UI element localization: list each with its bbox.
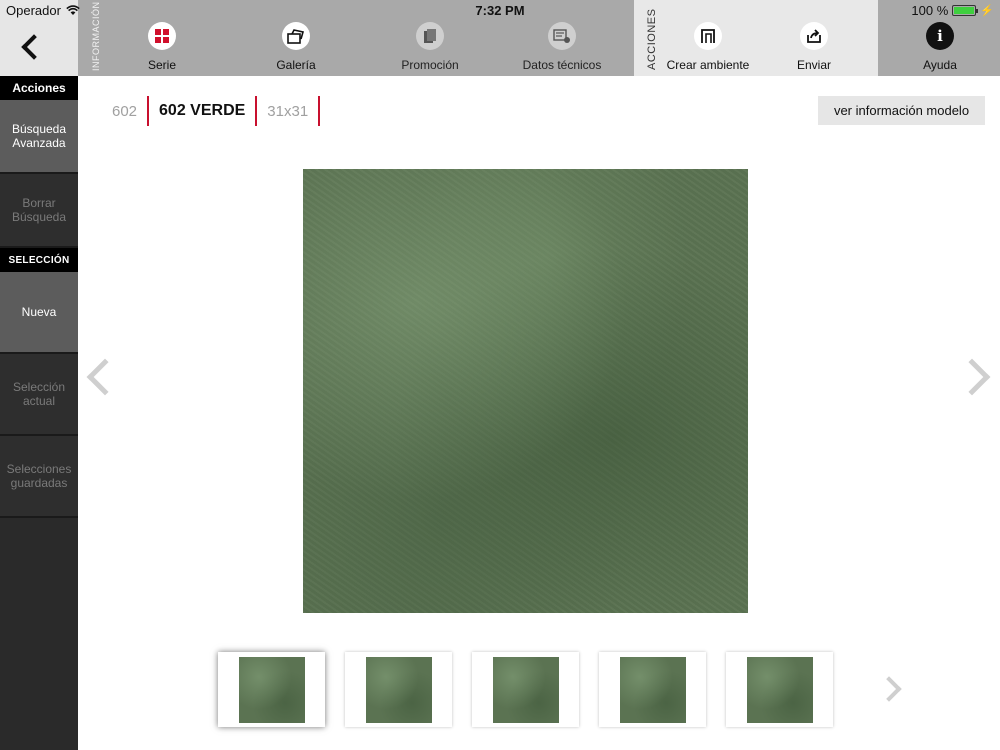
thumbnail-image bbox=[746, 656, 813, 723]
thumbnails-next-icon[interactable] bbox=[876, 676, 902, 702]
promocion-label: Promoción bbox=[401, 58, 459, 72]
thumbnail-image bbox=[238, 656, 305, 723]
gallery-icon bbox=[282, 22, 310, 50]
thumbnail-item[interactable] bbox=[345, 652, 452, 727]
documents-icon bbox=[416, 22, 444, 50]
battery-text: 100 % bbox=[911, 3, 949, 18]
thumbnail-image bbox=[492, 656, 559, 723]
thumbnail-strip bbox=[218, 652, 833, 727]
app-root: INFORMACIÓN Serie Galería Promoción Dato… bbox=[0, 0, 1000, 750]
sidebar-item-borrar-busqueda[interactable]: Borrar Búsqueda bbox=[0, 174, 78, 248]
breadcrumb: 602 602 VERDE 31x31 bbox=[110, 96, 321, 126]
battery-icon bbox=[952, 5, 979, 16]
thumbnail-item[interactable] bbox=[218, 652, 325, 727]
ayuda-label: Ayuda bbox=[923, 58, 957, 72]
room-icon bbox=[694, 22, 722, 50]
serie-label: Serie bbox=[147, 58, 176, 72]
tile-preview-image bbox=[303, 169, 748, 613]
breadcrumb-product: 602 VERDE bbox=[159, 102, 246, 119]
thumbnail-item[interactable] bbox=[599, 652, 706, 727]
serie-button[interactable]: Serie bbox=[107, 22, 217, 72]
status-bar: Operador 7:32 PM 100 % ⚡ bbox=[0, 0, 1000, 20]
breadcrumb-series[interactable]: 602 bbox=[110, 96, 147, 126]
previous-arrow-icon[interactable] bbox=[86, 358, 124, 396]
crear-ambiente-label: Crear ambiente bbox=[666, 58, 750, 72]
chevron-left-icon bbox=[21, 34, 47, 60]
thumbnail-item[interactable] bbox=[726, 652, 833, 727]
datos-tecnicos-label: Datos técnicos bbox=[522, 58, 602, 72]
enviar-button[interactable]: Enviar bbox=[759, 22, 869, 72]
crear-ambiente-button[interactable]: Crear ambiente bbox=[653, 22, 763, 72]
sidebar-acciones-header: Acciones bbox=[0, 76, 78, 100]
battery-level bbox=[954, 7, 975, 14]
galeria-label: Galería bbox=[276, 58, 316, 72]
status-right: 100 % ⚡ bbox=[911, 3, 994, 18]
info-icon: i bbox=[926, 22, 954, 50]
thumbnail-item[interactable] bbox=[472, 652, 579, 727]
sidebar-item-seleccion-actual[interactable]: Selección actual bbox=[0, 354, 78, 436]
ayuda-button[interactable]: i Ayuda bbox=[885, 22, 995, 72]
sidebar-item-nueva[interactable]: Nueva bbox=[0, 272, 78, 354]
next-arrow-icon[interactable] bbox=[953, 358, 991, 396]
sidebar-seleccion-header: SELECCIÓN bbox=[0, 248, 78, 272]
share-icon bbox=[800, 22, 828, 50]
status-time: 7:32 PM bbox=[475, 3, 525, 18]
thumbnail-image bbox=[619, 656, 686, 723]
enviar-label: Enviar bbox=[796, 58, 831, 72]
tech-specs-icon bbox=[548, 22, 576, 50]
sidebar: Acciones Búsqueda Avanzada Borrar Búsque… bbox=[0, 76, 78, 750]
promocion-button[interactable]: Promoción bbox=[375, 22, 485, 72]
thumbnail-image bbox=[365, 656, 432, 723]
datos-tecnicos-button[interactable]: Datos técnicos bbox=[507, 22, 617, 72]
breadcrumb-size: 31x31 bbox=[267, 102, 309, 120]
ver-informacion-modelo-button[interactable]: ver información modelo bbox=[818, 96, 985, 125]
sidebar-item-busqueda-avanzada[interactable]: Búsqueda Avanzada bbox=[0, 100, 78, 174]
charging-icon: ⚡ bbox=[980, 5, 994, 17]
sidebar-item-selecciones-guardadas[interactable]: Selecciones guardadas bbox=[0, 436, 78, 518]
grid-icon bbox=[148, 22, 176, 50]
breadcrumb-divider bbox=[318, 96, 321, 126]
galeria-button[interactable]: Galería bbox=[241, 22, 351, 72]
